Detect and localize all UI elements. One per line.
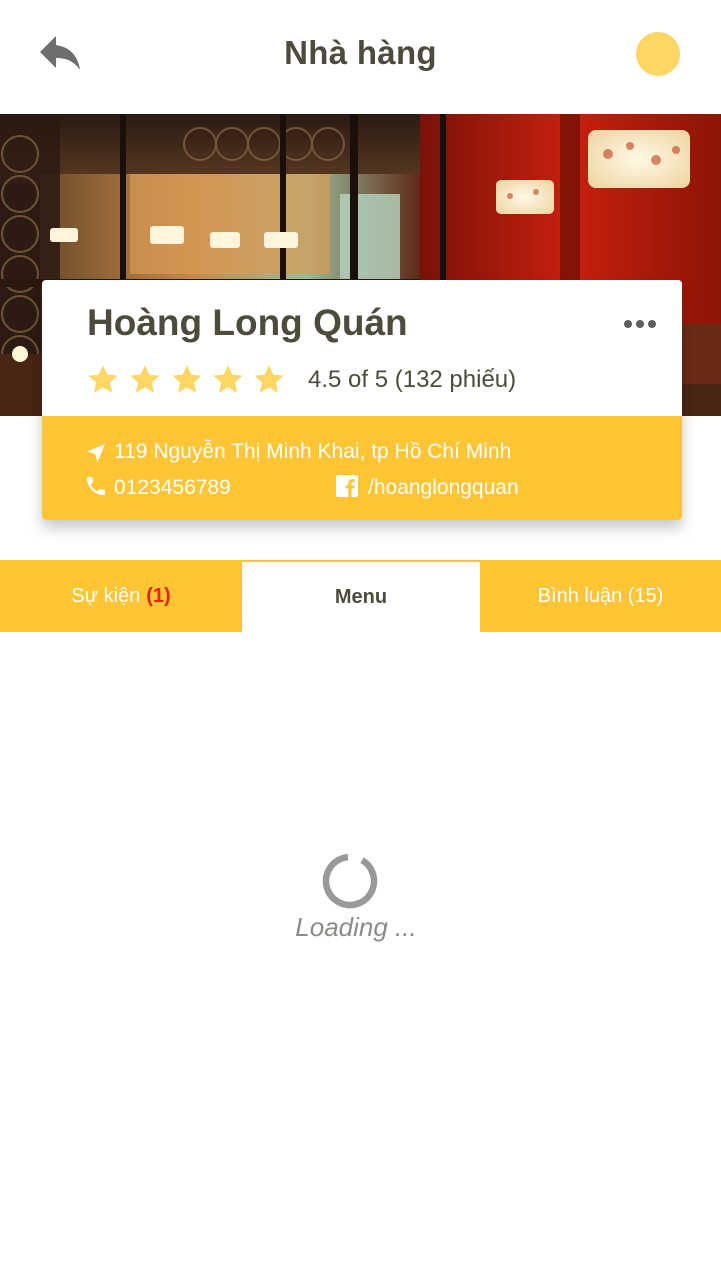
more-horizontal-icon	[624, 320, 632, 328]
tab-events[interactable]: Sự kiện (1)	[0, 560, 242, 632]
page-title: Nhà hàng	[284, 34, 437, 71]
restaurant-card: Hoàng Long Quán 4.5 of 5 (132 phiếu) 119…	[42, 280, 682, 520]
avatar[interactable]	[636, 32, 680, 76]
address-text: 119 Nguyễn Thị Minh Khai, tp Hồ Chí Minh	[114, 440, 512, 463]
rating-summary: 4.5 of 5 (132 phiếu)	[308, 366, 517, 393]
star-icon	[254, 365, 284, 393]
star-icon	[88, 365, 118, 393]
more-options-button[interactable]	[620, 312, 660, 334]
phone-icon	[87, 477, 105, 495]
events-count-badge: (1)	[146, 584, 171, 607]
tab-events-label: Sự kiện	[71, 584, 141, 607]
facebook-icon	[336, 475, 358, 497]
tab-menu[interactable]: Menu	[242, 562, 480, 632]
star-icon	[130, 365, 160, 393]
tab-comments[interactable]: Bình luận (15)	[480, 560, 721, 632]
loading-text: Loading ...	[295, 912, 417, 942]
tab-menu-label: Menu	[334, 585, 388, 608]
star-icon	[213, 365, 243, 393]
restaurant-name: Hoàng Long Quán	[87, 302, 408, 343]
app-header: Nhà hàng	[0, 0, 721, 114]
loading-spinner-icon	[322, 853, 378, 909]
restaurant-contact: 119 Nguyễn Thị Minh Khai, tp Hồ Chí Minh…	[42, 416, 682, 520]
tab-bar: Sự kiện (1) Menu Bình luận (15)	[0, 560, 721, 632]
location-arrow-icon	[87, 444, 105, 462]
star-icon	[172, 365, 202, 393]
tab-comments-label: Bình luận (15)	[537, 584, 664, 607]
restaurant-summary: Hoàng Long Quán 4.5 of 5 (132 phiếu)	[42, 280, 682, 416]
facebook-link[interactable]: /hoanglongquan	[368, 476, 519, 500]
phone-link[interactable]: 0123456789	[114, 476, 231, 500]
